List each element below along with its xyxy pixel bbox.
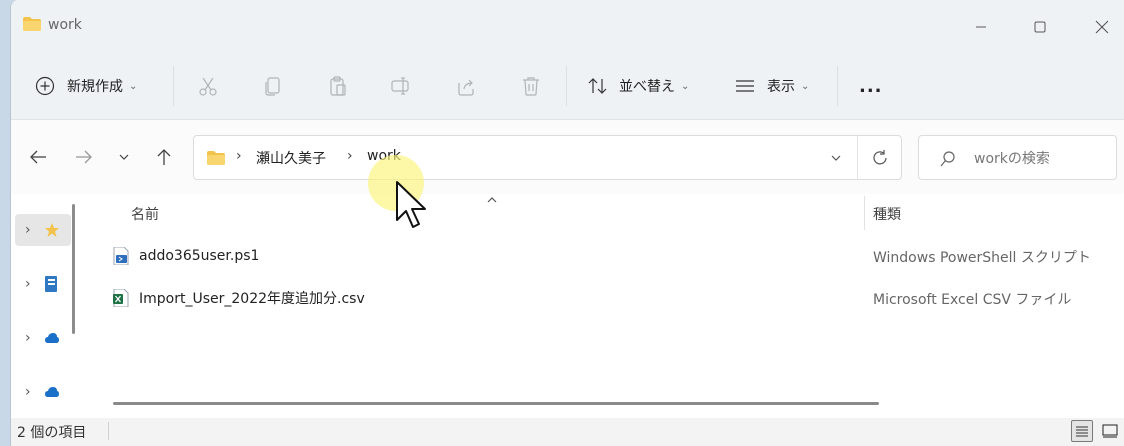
excel-csv-file-icon	[113, 289, 129, 307]
delete-icon	[523, 77, 539, 96]
thumbnail-view-button[interactable]	[1099, 420, 1121, 442]
arrow-left-icon	[30, 150, 46, 164]
thumbnail-view-icon	[1102, 424, 1118, 438]
copy-icon	[265, 77, 280, 96]
content-area: › › › › 名前 種類 addo365user.ps1 Windows Po…	[11, 194, 1124, 418]
arrow-right-icon	[76, 150, 92, 164]
cut-icon	[199, 77, 217, 96]
details-view-icon	[1076, 426, 1088, 437]
nav-item-onedrive[interactable]: ›	[15, 322, 71, 354]
sort-ascending-icon	[487, 197, 497, 203]
details-view-button[interactable]	[1071, 420, 1093, 442]
share-icon	[458, 79, 474, 96]
folder-icon	[23, 17, 41, 31]
rename-button[interactable]	[390, 70, 412, 102]
view-button[interactable]: 表示 ⌄	[734, 70, 809, 102]
new-label: 新規作成	[67, 79, 123, 95]
nav-item-onedrive-2[interactable]: ›	[15, 376, 71, 408]
cloud-icon	[44, 333, 59, 343]
library-icon	[44, 276, 57, 292]
minimize-button[interactable]	[958, 12, 1004, 42]
command-bar: 新規作成 ⌄ 並べ替え ⌄ 表示 ⌄ ...	[11, 56, 1124, 120]
explorer-window: work 新規作成 ⌄ 並べ替え ⌄ 表示 ⌄ ... › 瀬山久美子 › wo…	[10, 0, 1124, 446]
up-button[interactable]	[149, 145, 179, 169]
file-type: Microsoft Excel CSV ファイル	[873, 292, 1072, 308]
rename-icon	[391, 77, 409, 95]
back-button[interactable]	[23, 145, 53, 169]
maximize-button[interactable]	[1017, 12, 1063, 42]
chevron-down-icon	[119, 154, 129, 160]
chevron-right-icon: ›	[236, 148, 242, 164]
plus-circle-icon	[35, 76, 55, 96]
chevron-right-icon: ›	[25, 330, 31, 346]
file-row[interactable]: Import_User_2022年度追加分.csv	[113, 284, 873, 312]
close-button[interactable]	[1079, 12, 1124, 42]
item-count: 2 個の項目	[17, 425, 87, 441]
breadcrumb-user[interactable]: 瀬山久美子	[256, 148, 326, 168]
new-button[interactable]: 新規作成 ⌄	[35, 70, 137, 102]
search-icon	[940, 151, 955, 167]
more-button[interactable]: ...	[859, 70, 883, 102]
chevron-down-icon: ⌄	[681, 80, 690, 92]
file-name: Import_User_2022年度追加分.csv	[139, 291, 365, 307]
column-divider[interactable]	[864, 196, 865, 230]
column-header-name[interactable]: 名前	[131, 204, 159, 224]
sort-button[interactable]: 並べ替え ⌄	[587, 70, 689, 102]
chevron-right-icon: ›	[25, 276, 31, 292]
cloud-icon	[44, 387, 59, 397]
refresh-icon[interactable]	[871, 149, 889, 167]
file-name: addo365user.ps1	[139, 248, 260, 264]
horizontal-scrollbar[interactable]	[113, 402, 879, 405]
forward-button[interactable]	[69, 145, 99, 169]
view-label: 表示	[767, 79, 795, 95]
sort-label: 並べ替え	[619, 79, 675, 95]
chevron-right-icon: ›	[25, 222, 31, 238]
chevron-down-icon[interactable]	[830, 154, 842, 162]
copy-button[interactable]	[262, 70, 284, 102]
window-title: work	[48, 17, 82, 33]
sort-icon	[588, 78, 607, 94]
navigation-pane: › › › ›	[11, 194, 91, 418]
nav-item-library[interactable]: ›	[15, 268, 71, 300]
chevron-down-icon: ⌄	[801, 80, 810, 92]
status-bar: 2 個の項目	[11, 418, 1124, 446]
file-row[interactable]: addo365user.ps1	[113, 242, 873, 270]
delete-button[interactable]	[520, 70, 542, 102]
chevron-down-icon: ⌄	[129, 80, 138, 92]
address-row: › 瀬山久美子 › work workの検索	[11, 120, 1124, 194]
chevron-right-icon: ›	[347, 148, 353, 164]
divider	[837, 66, 838, 106]
file-type: Windows PowerShell スクリプト	[873, 250, 1091, 266]
folder-icon	[207, 151, 225, 165]
cut-button[interactable]	[197, 70, 219, 102]
divider	[173, 66, 174, 106]
title-bar: work	[11, 0, 1124, 56]
powershell-file-icon	[113, 247, 129, 265]
view-list-icon	[736, 80, 754, 92]
search-placeholder: workの検索	[974, 151, 1050, 167]
column-header-type[interactable]: 種類	[873, 204, 901, 224]
nav-scrollbar[interactable]	[72, 204, 75, 334]
chevron-right-icon: ›	[25, 384, 31, 400]
mouse-cursor-icon	[396, 181, 426, 228]
search-box[interactable]: workの検索	[918, 135, 1117, 180]
divider	[566, 66, 567, 106]
paste-button[interactable]	[327, 70, 349, 102]
recent-locations-button[interactable]	[109, 145, 139, 169]
address-bar[interactable]: › 瀬山久美子 › work	[193, 135, 902, 180]
divider	[857, 136, 858, 179]
paste-icon	[330, 76, 346, 96]
share-button[interactable]	[455, 70, 477, 102]
divider	[108, 422, 109, 440]
arrow-up-icon	[157, 149, 171, 165]
star-icon	[44, 223, 59, 237]
nav-item-quick-access[interactable]: ›	[15, 214, 71, 246]
